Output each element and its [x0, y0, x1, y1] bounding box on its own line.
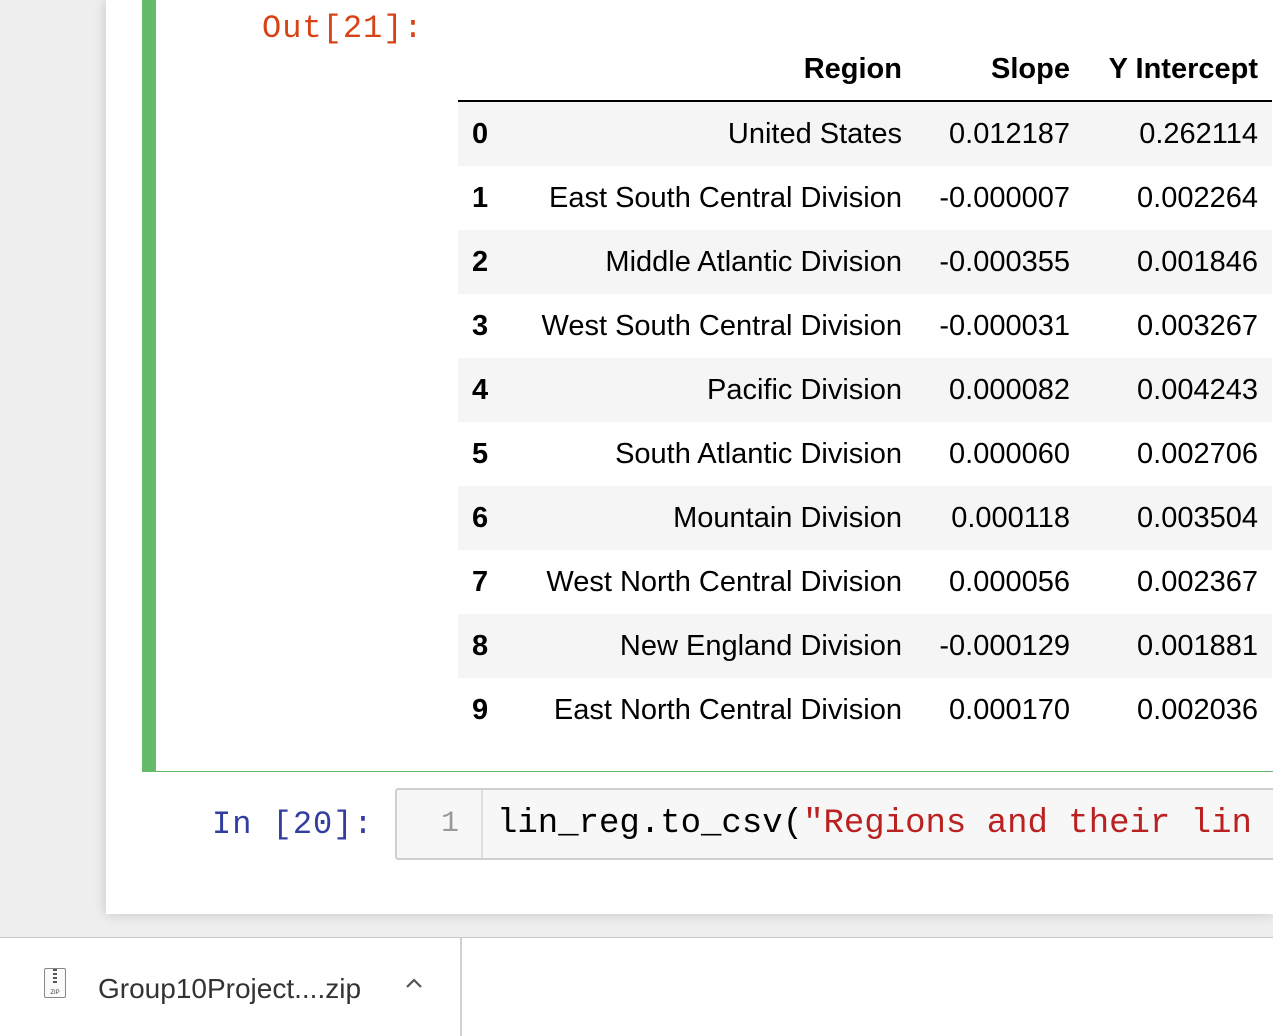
cell-slope: 0.000082	[949, 373, 1070, 406]
input-prompt: In [20]:	[212, 806, 374, 843]
cell-slope: -0.000031	[939, 309, 1070, 342]
cell-slope: 0.000118	[951, 501, 1070, 534]
cell-region: West South Central Division	[541, 309, 902, 342]
row-index: 3	[472, 309, 489, 342]
download-bar: ZIP Group10Project....zip	[0, 937, 1273, 1036]
cell-slope: -0.000129	[939, 629, 1070, 662]
download-item[interactable]: ZIP Group10Project....zip	[0, 938, 462, 1036]
chevron-up-icon[interactable]	[404, 974, 424, 994]
cell-region: Pacific Division	[707, 373, 902, 406]
cell-region: East South Central Division	[549, 181, 902, 214]
code-string-literal: "Regions and their lin	[803, 805, 1252, 843]
column-header-y-intercept: Y Intercept	[1084, 38, 1272, 102]
cell-region: South Atlantic Division	[615, 437, 902, 470]
index-header	[458, 38, 508, 102]
row-index: 4	[472, 373, 489, 406]
row-index: 5	[472, 437, 489, 470]
cell-y-intercept: 0.002706	[1137, 437, 1258, 470]
row-index: 8	[472, 629, 489, 662]
cell-y-intercept: 0.002367	[1137, 565, 1258, 598]
row-index: 7	[472, 565, 489, 598]
cell-region: West North Central Division	[546, 565, 902, 598]
zip-file-icon: ZIP	[44, 968, 66, 998]
cell-slope: -0.000355	[939, 245, 1070, 278]
table-row: 2 Middle Atlantic Division -0.000355 0.0018…	[458, 230, 1272, 294]
cell-y-intercept: 0.002036	[1137, 693, 1258, 726]
row-index: 0	[472, 117, 489, 150]
line-number: 1	[397, 790, 483, 858]
table-row: 5 South Atlantic Division 0.000060 0.002706	[458, 422, 1272, 486]
output-cell-selected[interactable]: Out[21]: Region Slope Y Intercept 0 Unite…	[142, 0, 1273, 772]
cell-y-intercept: 0.262114	[1139, 117, 1258, 150]
cell-region: Mountain Division	[673, 501, 902, 534]
cell-slope: 0.012187	[949, 117, 1070, 150]
dataframe-table: Region Slope Y Intercept 0 United States 0…	[458, 38, 1272, 742]
table-row: 0 United States 0.012187 0.262114	[458, 101, 1272, 166]
cell-y-intercept: 0.002264	[1137, 181, 1258, 214]
cell-slope: -0.000007	[939, 181, 1070, 214]
table-row: 8 New England Division -0.000129 0.001881	[458, 614, 1272, 678]
cell-y-intercept: 0.004243	[1137, 373, 1258, 406]
cell-y-intercept: 0.003267	[1137, 309, 1258, 342]
row-index: 2	[472, 245, 489, 278]
table-row: 4 Pacific Division 0.000082 0.004243	[458, 358, 1272, 422]
code-editor[interactable]: 1 lin_reg.to_csv("Regions and their lin	[395, 788, 1273, 860]
cell-slope: 0.000056	[949, 565, 1070, 598]
code-text: lin_reg.to_csv(	[497, 805, 804, 843]
table-row: 9 East North Central Division 0.000170 0.00…	[458, 678, 1272, 742]
table-header-row: Region Slope Y Intercept	[458, 38, 1272, 102]
code-line[interactable]: lin_reg.to_csv("Regions and their lin	[497, 790, 1252, 858]
column-header-slope: Slope	[916, 38, 1084, 102]
cell-region: United States	[727, 117, 902, 150]
row-index: 1	[472, 181, 489, 214]
cell-region: Middle Atlantic Division	[605, 245, 902, 278]
cell-y-intercept: 0.001846	[1137, 245, 1258, 278]
table-row: 6 Mountain Division 0.000118 0.003504	[458, 486, 1272, 550]
cell-region: New England Division	[619, 629, 902, 662]
cell-slope: 0.000170	[949, 693, 1070, 726]
table-row: 3 West South Central Division -0.000031 0.0…	[458, 294, 1272, 358]
cell-y-intercept: 0.003504	[1137, 501, 1258, 534]
table-row: 7 West North Central Division 0.000056 0.00…	[458, 550, 1272, 614]
output-prompt: Out[21]:	[262, 10, 424, 47]
cell-region: East North Central Division	[553, 693, 902, 726]
notebook-page: Out[21]: Region Slope Y Intercept 0 Unite…	[106, 0, 1273, 914]
table-row: 1 East South Central Division -0.000007 0.0…	[458, 166, 1272, 230]
row-index: 9	[472, 693, 489, 726]
download-file-name[interactable]: Group10Project....zip	[98, 973, 361, 1005]
cell-y-intercept: 0.001881	[1137, 629, 1258, 662]
column-header-region: Region	[508, 38, 916, 102]
row-index: 6	[472, 501, 489, 534]
zip-icon-label: ZIP	[50, 990, 60, 996]
cell-slope: 0.000060	[949, 437, 1070, 470]
